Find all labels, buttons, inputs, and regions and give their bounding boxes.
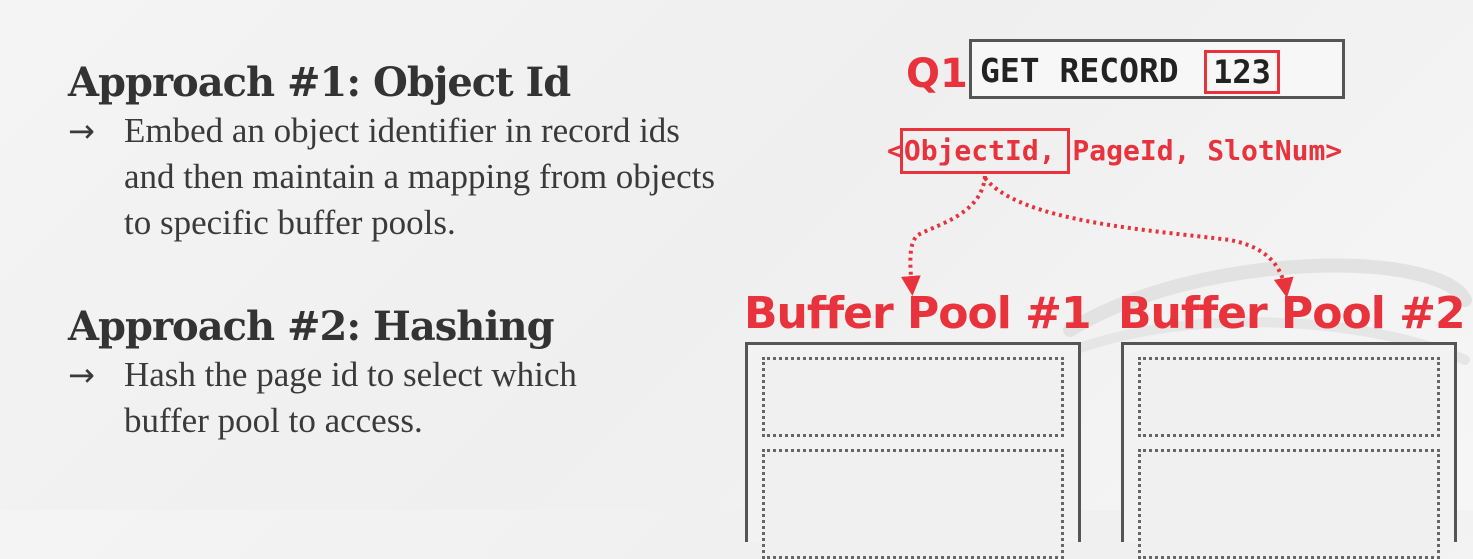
right-arrow-icon: →	[68, 112, 95, 150]
arrow-to-pool-2	[983, 176, 1294, 298]
right-arrow-icon: →	[68, 356, 95, 394]
approach-2-bullet: → Hash the page id to select which buffe…	[68, 352, 838, 444]
query-box: GET RECORD 123	[969, 39, 1345, 99]
buffer-pool-1	[745, 342, 1081, 559]
approach-1: Approach #1: Object Id → Embed an object…	[68, 58, 838, 246]
approach-1-line-3: to specific buffer pools.	[124, 203, 456, 242]
record-id-highlight: 123	[1204, 50, 1280, 94]
tuple-rest: , PageId, SlotNum>	[1038, 134, 1343, 167]
approach-2-heading: Approach #2: Hashing	[68, 303, 555, 350]
approach-1-line-1: Embed an object identifier in record ids	[124, 111, 680, 150]
buffer-pool-1-frame	[762, 357, 1064, 437]
approach-1-heading: Approach #1: Object Id	[68, 59, 571, 106]
buffer-pool-1-title: Buffer Pool #1	[744, 288, 1092, 339]
approach-1-line-2: and then maintain a mapping from objects	[124, 157, 715, 196]
query-label: Q1	[906, 51, 968, 97]
approach-2-line-2: buffer pool to access.	[124, 401, 423, 440]
buffer-pool-1-frame	[762, 449, 1064, 559]
approach-2-line-1: Hash the page id to select which	[124, 355, 577, 394]
approach-2: Approach #2: Hashing → Hash the page id …	[68, 302, 838, 444]
tuple-object-id: ObjectId	[903, 134, 1039, 167]
arrow-to-pool-1	[900, 175, 987, 296]
query-command: GET RECORD	[980, 51, 1179, 90]
approach-1-bullet: → Embed an object identifier in record i…	[68, 108, 838, 246]
record-id-tuple: <ObjectId, PageId, SlotNum>	[887, 133, 1342, 169]
buffer-pool-2-frame	[1138, 449, 1440, 559]
tuple-open-bracket: <	[887, 134, 904, 167]
buffer-pool-2-frame	[1138, 357, 1440, 437]
buffer-pool-2	[1121, 342, 1457, 559]
approaches-column: Approach #1: Object Id → Embed an object…	[68, 58, 838, 444]
buffer-pool-2-title: Buffer Pool #2	[1118, 288, 1466, 339]
